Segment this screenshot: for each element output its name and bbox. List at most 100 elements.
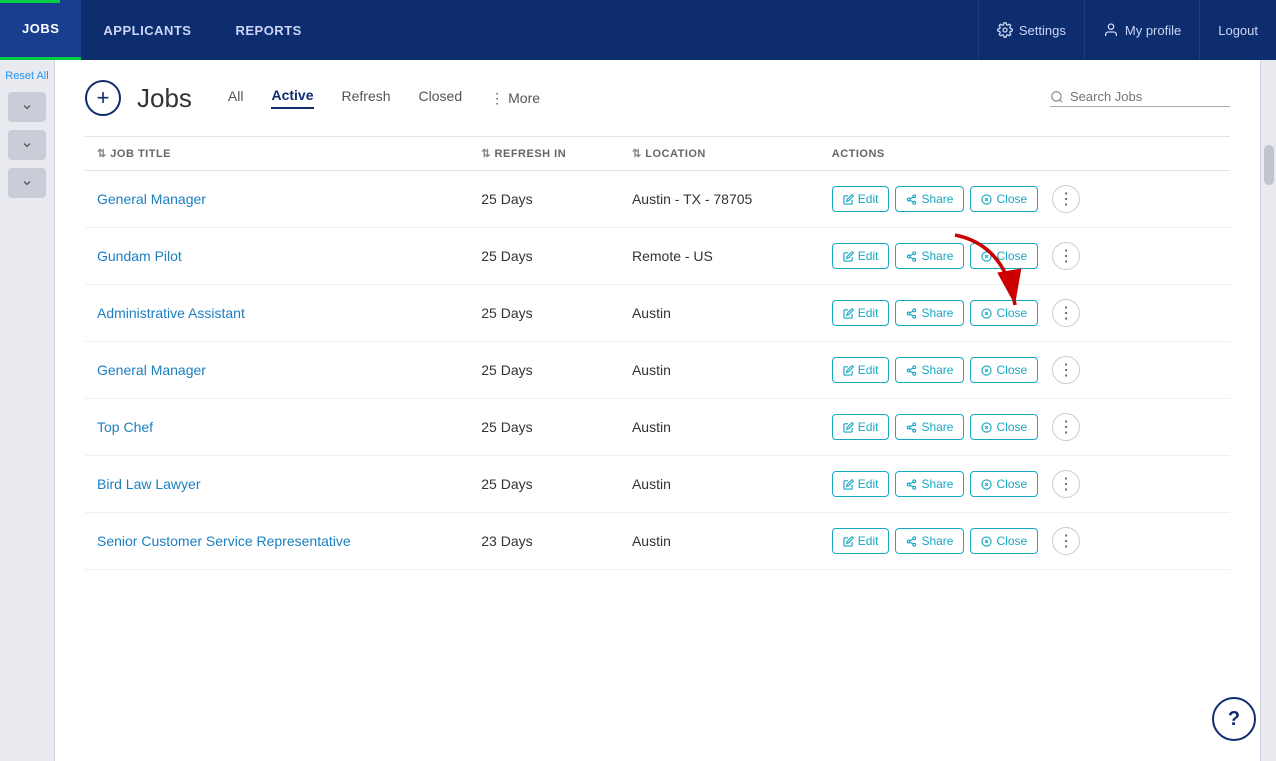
pencil-icon: [843, 536, 854, 547]
right-scrollbar[interactable]: [1260, 60, 1276, 761]
cell-refresh-in: 25 Days: [469, 456, 620, 513]
close-button[interactable]: Close: [970, 471, 1038, 497]
row-more-button[interactable]: ⋮: [1052, 356, 1080, 384]
nav-applicants[interactable]: APPLICANTS: [81, 0, 213, 60]
close-button[interactable]: Close: [970, 357, 1038, 383]
close-button[interactable]: Close: [970, 414, 1038, 440]
share-button[interactable]: Share: [895, 300, 964, 326]
row-more-button[interactable]: ⋮: [1052, 413, 1080, 441]
row-more-button[interactable]: ⋮: [1052, 527, 1080, 555]
cell-job-title: Administrative Assistant: [85, 285, 469, 342]
cell-location: Remote - US: [620, 228, 820, 285]
reset-all-button[interactable]: Reset All: [5, 70, 48, 82]
share-button[interactable]: Share: [895, 528, 964, 554]
job-title-link[interactable]: General Manager: [97, 362, 206, 378]
progress-bar: [0, 0, 60, 3]
close-icon: [981, 536, 992, 547]
close-button[interactable]: Close: [970, 300, 1038, 326]
row-more-button[interactable]: ⋮: [1052, 242, 1080, 270]
job-title-link[interactable]: General Manager: [97, 191, 206, 207]
settings-nav-item[interactable]: Settings: [978, 0, 1084, 60]
share-button[interactable]: Share: [895, 243, 964, 269]
edit-button[interactable]: Edit: [832, 357, 890, 383]
cell-actions: Edit Share Close ⋮: [820, 342, 1197, 399]
job-title-link[interactable]: Top Chef: [97, 419, 153, 435]
close-icon: [981, 479, 992, 490]
cell-actions: Edit Share Close ⋮: [820, 171, 1197, 228]
row-more-button[interactable]: ⋮: [1052, 299, 1080, 327]
nav-left: JOBS APPLICANTS REPORTS: [0, 0, 324, 60]
sidebar-filter-btn-3[interactable]: [8, 168, 46, 198]
close-icon: [981, 365, 992, 376]
share-icon: [906, 308, 917, 319]
logout-label: Logout: [1218, 23, 1258, 38]
edit-button[interactable]: Edit: [832, 243, 890, 269]
cell-refresh-in: 25 Days: [469, 285, 620, 342]
add-job-button[interactable]: +: [85, 80, 121, 116]
main-layout: Reset All + Jobs All Active Refresh Clos…: [0, 60, 1276, 761]
job-title-link[interactable]: Bird Law Lawyer: [97, 476, 201, 492]
job-title-link[interactable]: Senior Customer Service Representative: [97, 533, 351, 549]
table-row: Bird Law Lawyer 25 Days Austin Edit Shar…: [85, 456, 1230, 513]
row-more-button[interactable]: ⋮: [1052, 185, 1080, 213]
share-button[interactable]: Share: [895, 414, 964, 440]
chevron-down-icon-2: [21, 139, 33, 151]
close-icon: [981, 308, 992, 319]
user-icon: [1103, 22, 1119, 38]
table-body: General Manager 25 Days Austin - TX - 78…: [85, 171, 1230, 570]
share-button[interactable]: Share: [895, 471, 964, 497]
chevron-down-icon-3: [21, 177, 33, 189]
edit-button[interactable]: Edit: [832, 528, 890, 554]
cell-actions: Edit Share Close ⋮: [820, 399, 1197, 456]
share-button[interactable]: Share: [895, 186, 964, 212]
cell-location: Austin: [620, 456, 820, 513]
cell-location: Austin: [620, 399, 820, 456]
col-refresh-in[interactable]: REFRESH IN: [469, 137, 620, 171]
nav-reports[interactable]: REPORTS: [213, 0, 323, 60]
row-more-button[interactable]: ⋮: [1052, 470, 1080, 498]
left-sidebar: Reset All: [0, 60, 55, 761]
cell-location: Austin: [620, 513, 820, 570]
cell-refresh-in: 25 Days: [469, 399, 620, 456]
pencil-icon: [843, 251, 854, 262]
share-icon: [906, 251, 917, 262]
cell-actions: Edit Share Close ⋮: [820, 456, 1197, 513]
search-icon: [1050, 90, 1064, 104]
job-title-link[interactable]: Gundam Pilot: [97, 248, 182, 264]
logout-nav-item[interactable]: Logout: [1199, 0, 1276, 60]
table-row: Gundam Pilot 25 Days Remote - US Edit Sh…: [85, 228, 1230, 285]
share-button[interactable]: Share: [895, 357, 964, 383]
share-icon: [906, 194, 917, 205]
share-icon: [906, 536, 917, 547]
search-input[interactable]: [1070, 89, 1230, 104]
sidebar-filter-btn-1[interactable]: [8, 92, 46, 122]
page-title: Jobs: [137, 83, 192, 114]
close-icon: [981, 251, 992, 262]
share-icon: [906, 422, 917, 433]
table-row: Top Chef 25 Days Austin Edit Share Close…: [85, 399, 1230, 456]
sidebar-filter-btn-2[interactable]: [8, 130, 46, 160]
tab-all[interactable]: All: [228, 88, 244, 108]
close-button[interactable]: Close: [970, 528, 1038, 554]
col-location[interactable]: LOCATION: [620, 137, 820, 171]
edit-button[interactable]: Edit: [832, 414, 890, 440]
cell-location: Austin: [620, 342, 820, 399]
nav-right: Settings My profile Logout: [978, 0, 1276, 60]
job-title-link[interactable]: Administrative Assistant: [97, 305, 245, 321]
myprofile-label: My profile: [1125, 23, 1181, 38]
col-more: [1197, 137, 1230, 171]
close-button[interactable]: Close: [970, 186, 1038, 212]
help-button[interactable]: ?: [1212, 697, 1256, 741]
myprofile-nav-item[interactable]: My profile: [1084, 0, 1199, 60]
col-job-title[interactable]: JOB TITLE: [85, 137, 469, 171]
tab-active[interactable]: Active: [271, 87, 313, 109]
pencil-icon: [843, 422, 854, 433]
close-button[interactable]: Close: [970, 243, 1038, 269]
edit-button[interactable]: Edit: [832, 300, 890, 326]
edit-button[interactable]: Edit: [832, 186, 890, 212]
tab-more[interactable]: ⋮ More: [490, 90, 540, 107]
tab-refresh[interactable]: Refresh: [342, 88, 391, 108]
edit-button[interactable]: Edit: [832, 471, 890, 497]
nav-jobs[interactable]: JOBS: [0, 0, 81, 60]
tab-closed[interactable]: Closed: [419, 88, 463, 108]
